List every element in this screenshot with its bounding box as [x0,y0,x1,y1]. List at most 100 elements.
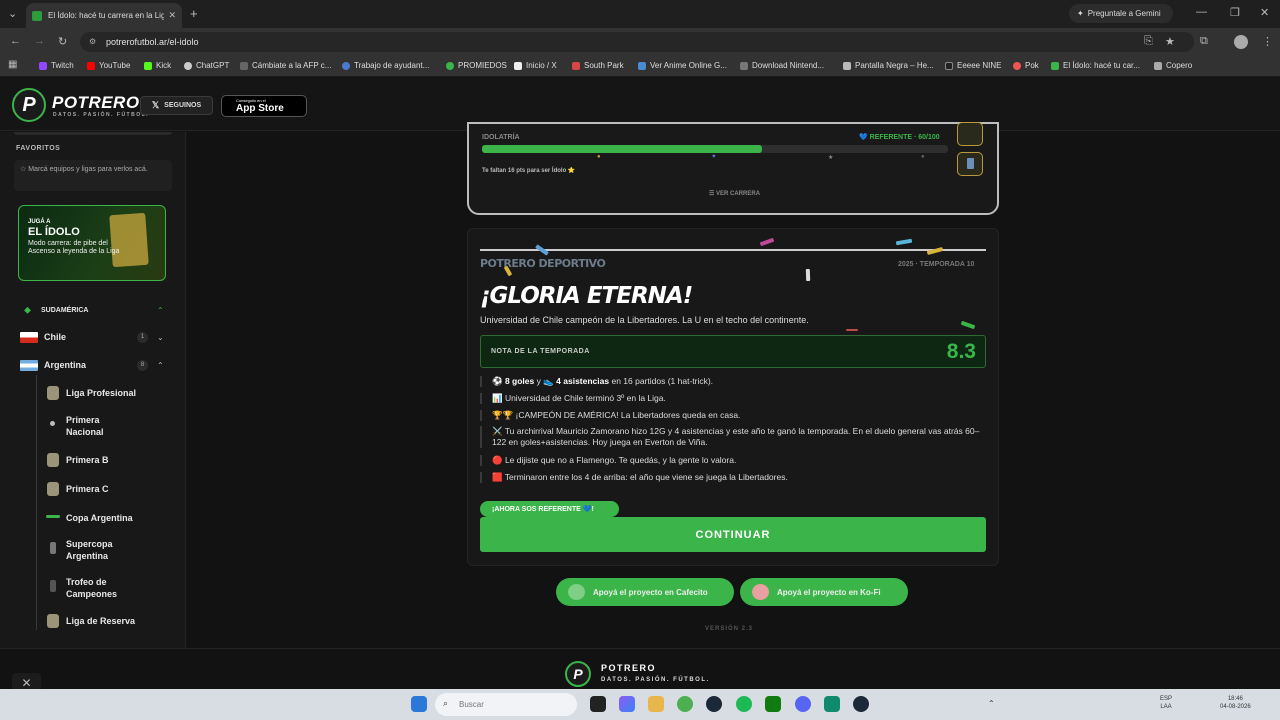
tab-search-icon[interactable]: ⌄ [8,7,17,20]
windows-start-icon[interactable] [411,696,427,712]
steam-icon[interactable] [853,696,869,712]
site-favicon-icon [32,10,42,21]
idolatria-progress-bar: ● ♥ ★ ● [482,145,948,161]
extensions-icon[interactable]: ⧉ [1200,35,1208,48]
promiedos-icon [446,61,454,70]
bookmark-star-icon[interactable]: ★ [1165,35,1175,48]
afp-icon [240,61,248,70]
potrero-logo[interactable]: P [12,88,46,122]
league-item[interactable]: Copa Argentina [0,510,185,528]
kofi-heart-icon [752,584,769,600]
idolatria-hint: Te faltan 16 pts para ser Ídolo ⭐ [482,168,576,174]
spotify-icon[interactable] [736,696,752,712]
tab-close-icon[interactable]: ✕ [168,10,176,21]
tray-chevron-icon[interactable]: ⌃ [988,700,995,708]
clock[interactable]: 18:46 04-08-2026 [1220,695,1251,711]
brand-tagline: DATOS. PASIÓN. FÚTBOL. [53,112,150,118]
menu-icon[interactable]: ⋮ [1262,35,1273,48]
minimize-icon[interactable]: — [1196,6,1207,18]
country-chile[interactable]: Chile 1 ⌄ [0,330,185,344]
kofi-button[interactable]: Apoyá el proyecto en Ko-Fi [740,578,908,606]
league-item[interactable]: Supercopa Argentina [0,537,185,565]
cafecito-button[interactable]: Apoyá el proyecto en Cafecito [556,578,734,606]
bookmark-item[interactable]: Pantalla Negra – He... [843,61,934,70]
bookmark-item[interactable]: ChatGPT [184,61,229,70]
bookmark-item[interactable]: Kick [144,61,171,70]
chevron-up-icon: ⌃ [157,305,164,315]
bookmark-item[interactable]: Download Nintend... [740,61,824,70]
country-name: Chile [44,332,67,342]
league-label: Primera C [66,484,109,494]
follow-button[interactable]: 𝕏 SEGUINOS [140,96,213,115]
confetti-piece [805,268,811,282]
site-footer: ✕ P POTRERO DATOS. PASIÓN. FÚTBOL. [0,648,1280,693]
tab-title: El Ídolo: hacé tu carrera en la Lig [48,11,165,20]
season-event: ⚔️ Tu archirrival Mauricio Zamorano hizo… [480,426,986,448]
reload-icon[interactable]: ↻ [58,35,67,48]
share-card-button[interactable] [957,122,983,146]
new-tab-icon[interactable]: + [190,6,198,21]
windows-taskbar: ⌕ Buscar ⌃ ESP LAA 18:46 04-08-2026 [0,689,1280,720]
kofi-label: Apoyá el proyecto en Ko-Fi [777,587,881,597]
youtube-icon [87,61,95,70]
region-label: SUDAMÉRICA [41,306,89,314]
bookmark-item[interactable]: Pok [1013,61,1039,70]
bookmark-item[interactable]: Twitch [39,61,74,70]
southpark-icon [572,61,580,70]
save-card-button[interactable] [957,152,983,176]
address-bar-row: ← → ↻ ⚙ potrerofutbol.ar/el-idolo ⎘ ★ ⧉ … [0,28,1280,56]
newspaper-title: POTRERO DEPORTIVO [480,257,606,270]
app-icon[interactable] [824,696,840,712]
copilot-icon[interactable] [619,696,635,712]
browser-tab-active[interactable]: El Ídolo: hacé tu carrera en la Lig ✕ [26,3,182,28]
league-label: Liga Profesional [66,388,137,398]
bookmark-item[interactable]: South Park [572,61,624,70]
bookmark-item[interactable]: Copero [1154,61,1192,70]
forward-icon[interactable]: → [34,35,45,47]
newspaper-rule [480,249,986,251]
chrome-icon[interactable] [677,696,693,712]
app-store-button[interactable]: Conseguilo en el App Store [221,95,307,117]
league-item[interactable]: Liga de Reserva [0,613,185,631]
league-item[interactable]: Primera C [0,481,185,499]
confetti-piece [960,320,976,330]
bookmark-item[interactable]: YouTube [87,61,130,70]
confetti-piece [846,329,858,331]
ver-carrera-link[interactable]: ☰ VER CARRERA [709,190,760,197]
install-app-icon[interactable]: ⎘ [1144,35,1153,48]
league-item[interactable]: Primera B [0,452,185,470]
league-label: Supercopa Argentina [66,539,113,561]
bookmark-item[interactable]: Cámbiate a la AFP c... [240,61,331,70]
profile-avatar[interactable] [1234,35,1248,49]
bookmark-item[interactable]: PROMIEDOS [446,61,507,70]
pokeball-icon [1013,61,1021,70]
xbox-icon[interactable] [765,696,781,712]
taskbar-search[interactable]: ⌕ Buscar [435,693,577,716]
bookmark-item[interactable]: Trabajo de ayudant... [342,61,429,70]
apps-grid-icon[interactable]: ▦ [8,59,17,70]
region-sudamerica[interactable]: ⬥ SUDAMÉRICA ⌃ [0,303,185,317]
league-item[interactable]: Trofeo de Campeones [0,575,185,603]
el-idolo-promo-banner[interactable]: JUGÁ A EL ÍDOLO Modo carrera: de pibe de… [18,205,166,281]
file-explorer-icon[interactable] [648,696,664,712]
idolatria-label: IDOLATRÍA [482,134,520,141]
restore-icon[interactable]: ❐ [1230,6,1240,19]
gemini-button[interactable]: ✦ Preguntale a Gemini [1069,4,1173,23]
country-argentina[interactable]: Argentina 8 ⌃ [0,358,185,372]
window-close-icon[interactable]: ✕ [1260,6,1269,19]
back-icon[interactable]: ← [10,35,21,47]
epic-games-icon[interactable] [590,696,606,712]
discord-icon[interactable] [795,696,811,712]
url-input[interactable]: ⚙ potrerofutbol.ar/el-idolo [80,32,1194,52]
milestone-crown-icon: ● [921,154,925,160]
bookmark-item[interactable]: El Ídolo: hacé tu car... [1051,61,1140,70]
continue-button[interactable]: CONTINUAR [480,517,986,552]
league-item[interactable]: Liga Profesional [0,384,185,402]
league-item[interactable]: Primera Nacional [0,413,185,441]
steam-icon[interactable] [706,696,722,712]
bookmark-item[interactable]: Eeeee NINE [945,61,1001,70]
bookmark-item[interactable]: Inicio / X [514,61,557,70]
milestone-heart-icon: ♥ [712,154,716,160]
bookmark-item[interactable]: Ver Anime Online G... [638,61,727,70]
site-info-icon[interactable]: ⚙ [89,37,96,46]
